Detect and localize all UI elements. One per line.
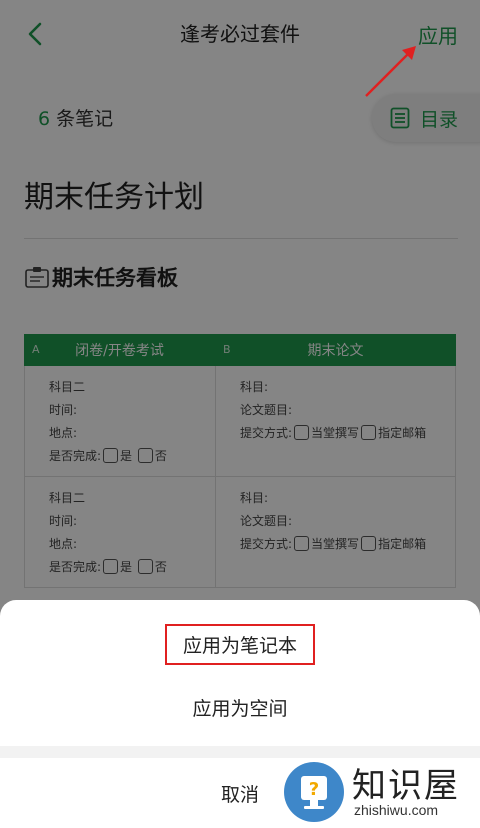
apply-as-notebook-label: 应用为笔记本 xyxy=(164,624,315,665)
watermark-brand: 知识屋 xyxy=(352,766,460,806)
annotation-arrow-icon xyxy=(365,46,416,97)
sheet-separator xyxy=(0,746,480,758)
watermark-logo: ? xyxy=(284,762,344,822)
question-monitor-icon: ? xyxy=(301,776,327,809)
watermark: ? 知识屋 zhishiwu.com xyxy=(280,758,480,828)
apply-as-notebook-option[interactable]: 应用为笔记本 xyxy=(0,624,480,665)
apply-as-space-option[interactable]: 应用为空间 xyxy=(0,694,480,721)
svg-text:?: ? xyxy=(309,779,319,800)
watermark-domain: zhishiwu.com xyxy=(354,802,439,818)
